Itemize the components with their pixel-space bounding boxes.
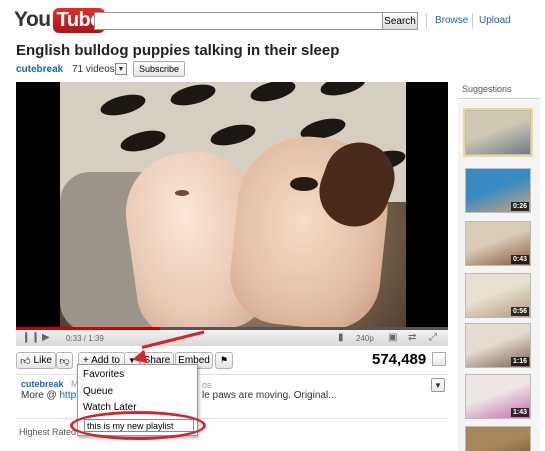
menu-item-favorites[interactable]: Favorites xyxy=(83,369,124,380)
upload-info-fragment-right: os xyxy=(202,380,212,390)
fullscreen-icon[interactable]: ⤢ xyxy=(429,332,437,343)
flag-icon: ⚑ xyxy=(219,355,229,365)
pause-icon[interactable]: ❙❙ xyxy=(22,332,41,343)
expand-description-button[interactable]: ▼ xyxy=(431,378,445,392)
description-tail: le paws are moving. Original... xyxy=(202,390,337,401)
comments-header: Highest Rated xyxy=(19,427,77,437)
suggestion-thumbnail[interactable]: 1:16 xyxy=(465,323,531,368)
annotation-oval xyxy=(70,411,206,440)
like-label: Like xyxy=(33,355,52,366)
dislike-button[interactable]: 👎︎ xyxy=(56,352,73,369)
thumbs-up-icon: 👍︎ xyxy=(20,355,31,367)
suggestion-thumbnail[interactable]: 0:56 xyxy=(465,273,531,318)
time-display: 0:33 / 1:39 xyxy=(66,334,104,343)
menu-item-queue[interactable]: Queue xyxy=(83,386,113,397)
suggestion-thumbnail[interactable]: 1:43 xyxy=(465,374,531,419)
chevron-down-icon: ▼ xyxy=(434,380,442,390)
expand-icon[interactable]: ⇄ xyxy=(408,332,416,343)
quality-selector[interactable]: 240p xyxy=(356,334,374,343)
browse-link[interactable]: Browse xyxy=(435,15,468,26)
duration-badge: 0:26 xyxy=(510,202,529,211)
thumbs-down-icon: 👎︎ xyxy=(59,355,70,367)
header-divider xyxy=(426,13,427,29)
video-title: English bulldog puppies talking in their… xyxy=(16,42,340,59)
view-count: 574,489 xyxy=(372,351,427,368)
suggestion-thumbnail[interactable]: 0:26 xyxy=(465,168,531,213)
like-button[interactable]: 👍︎ Like xyxy=(16,352,56,369)
duration-badge: 0:43 xyxy=(510,255,529,264)
search-input[interactable] xyxy=(94,12,384,30)
search-button[interactable]: Search xyxy=(382,12,418,30)
uploader-link[interactable]: cutebreak xyxy=(21,379,64,389)
divider xyxy=(458,98,540,99)
subscribe-button[interactable]: Subscribe xyxy=(133,61,186,77)
channel-link[interactable]: cutebreak xyxy=(16,64,63,75)
suggestion-thumbnail[interactable]: 0:43 xyxy=(465,221,531,266)
youtube-logo[interactable]: You Tube xyxy=(14,6,105,34)
duration-badge: 0:56 xyxy=(510,307,529,316)
puppy-eye xyxy=(175,190,189,196)
chevron-down-icon[interactable]: ▼ xyxy=(115,63,127,75)
suggestions-title: Suggestions xyxy=(462,84,512,94)
upload-link[interactable]: Upload xyxy=(479,15,511,26)
annotations-icon[interactable]: ▮ xyxy=(338,332,344,343)
description-prefix: More @ xyxy=(21,390,60,401)
duration-badge: 1:16 xyxy=(510,357,529,366)
suggestion-thumbnail[interactable] xyxy=(463,108,533,157)
flag-button[interactable]: ⚑ xyxy=(215,352,233,369)
puppy-nose xyxy=(290,177,318,191)
video-player[interactable]: ❙❙ ▶ 0:33 / 1:39 ▮ 240p ▣ ⇄ ⤢ xyxy=(16,82,448,346)
video-count: 71 videos xyxy=(72,64,115,75)
popout-icon[interactable]: ▣ xyxy=(388,332,397,343)
stats-icon[interactable] xyxy=(432,352,446,366)
header-divider xyxy=(472,13,473,29)
video-frame[interactable] xyxy=(60,82,406,327)
player-controls: ❙❙ ▶ 0:33 / 1:39 ▮ 240p ▣ ⇄ ⤢ xyxy=(16,330,448,346)
volume-icon[interactable]: ▶ xyxy=(42,332,50,343)
duration-badge: 1:43 xyxy=(510,408,529,417)
suggestion-thumbnail[interactable] xyxy=(465,426,531,451)
logo-you-text: You xyxy=(14,8,51,31)
